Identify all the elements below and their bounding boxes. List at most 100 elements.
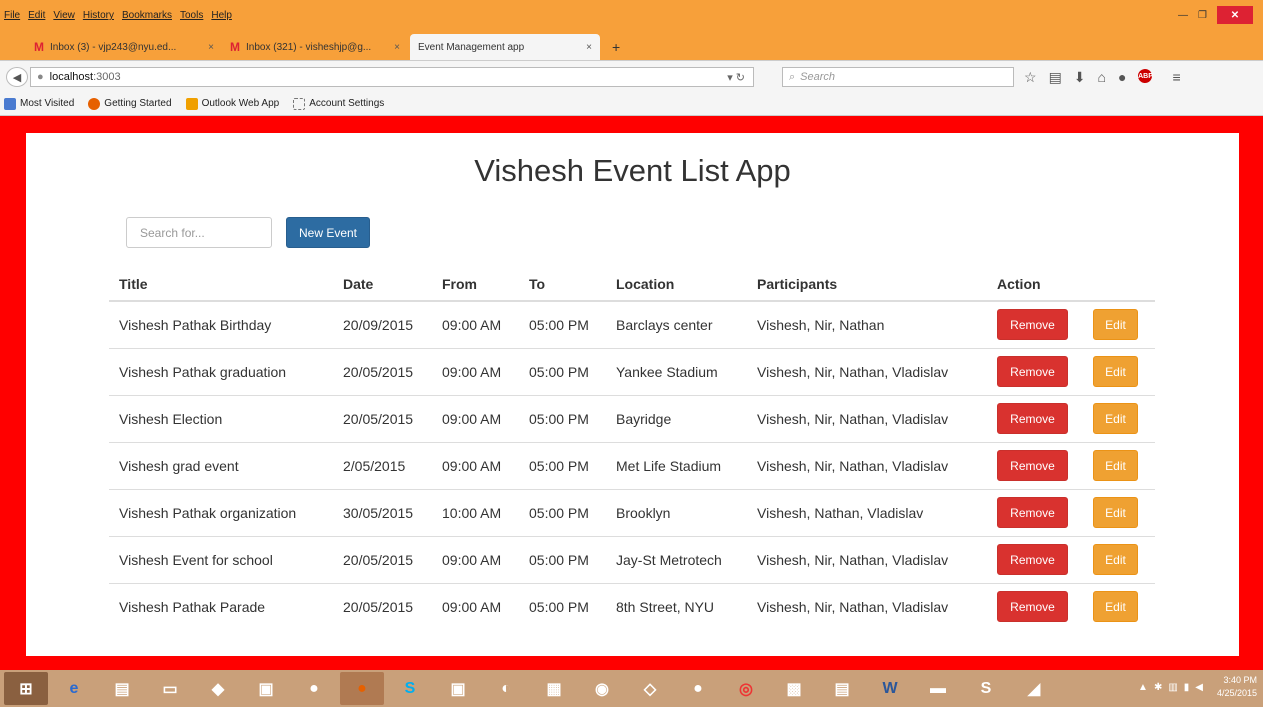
chat-icon[interactable]: ● [1118, 69, 1126, 86]
event-title: Vishesh Pathak Parade [109, 582, 333, 630]
remove-button[interactable]: Remove [997, 403, 1068, 434]
ie-icon[interactable]: e [52, 672, 96, 705]
firefox-icon[interactable]: ● [340, 672, 384, 705]
adblock-icon[interactable]: ABP [1138, 69, 1153, 83]
bluetooth-icon[interactable]: ✱ [1154, 682, 1162, 693]
bookmark-star-icon[interactable]: ☆ [1024, 69, 1037, 86]
event-participants: Vishesh, Nathan, Vladislav [747, 488, 987, 536]
event-date: 20/05/2015 [333, 582, 432, 630]
action-cell: Remove [987, 441, 1083, 489]
event-title: Vishesh Pathak Birthday [119, 316, 272, 333]
sublime-icon[interactable]: S [964, 672, 1008, 705]
menu-view[interactable]: View [53, 10, 75, 21]
edit-button[interactable]: Edit [1093, 403, 1138, 434]
volume-icon[interactable]: ◀ [1195, 682, 1203, 693]
lenovo-icon[interactable]: ▭ [148, 672, 192, 705]
menu-help[interactable]: Help [211, 10, 232, 21]
new-event-button[interactable]: New Event [286, 217, 370, 248]
tab-inbox-nyu[interactable]: M Inbox (3) - vjp243@nyu.ed... × [26, 34, 222, 60]
browser-search-input[interactable]: ⌕ Search [782, 67, 1014, 87]
table-row: Vishesh Pathak organization 30/05/2015 10:… [109, 488, 1155, 536]
close-window-icon[interactable]: ✕ [1217, 6, 1253, 24]
python-icon[interactable]: ▣ [244, 672, 288, 705]
menu-file[interactable]: File [4, 10, 20, 21]
tab-inbox-gmail[interactable]: M Inbox (321) - visheshjp@g... × [222, 34, 408, 60]
app-icon[interactable]: ◆ [196, 672, 240, 705]
event-participants: Vishesh, Nir, Nathan [757, 316, 885, 333]
bookmark-getting-started[interactable]: Getting Started [88, 97, 172, 110]
events-table: Title Date From To Location Participants… [109, 267, 1155, 630]
edit-button[interactable]: Edit [1093, 497, 1138, 528]
tab-title: Event Management app [418, 41, 525, 53]
tab-close-icon[interactable]: × [586, 42, 592, 53]
remove-button[interactable]: Remove [997, 591, 1068, 623]
github-icon[interactable]: ● [676, 672, 720, 705]
event-to: 05:00 PM [519, 535, 606, 583]
reload-icon[interactable]: ▾ ↻ [727, 71, 745, 84]
bookmark-most-visited[interactable]: Most Visited [4, 97, 74, 110]
event-title: Vishesh grad event [109, 441, 333, 489]
terminal-icon[interactable]: ▬ [916, 672, 960, 705]
clock[interactable]: 3:40 PM 4/25/2015 [1217, 674, 1257, 700]
event-participants: Vishesh, Nir, Nathan, Vladislav [747, 535, 987, 583]
gmail-icon: M [230, 40, 240, 54]
tab-close-icon[interactable]: × [208, 42, 214, 53]
edit-button[interactable]: Edit [1093, 591, 1138, 623]
app-icon[interactable]: ● [292, 672, 336, 705]
remove-button[interactable]: Remove [997, 356, 1068, 387]
app-icon[interactable]: ▤ [820, 672, 864, 705]
event-date: 30/05/2015 [333, 488, 432, 536]
event-from: 09:00 AM [432, 535, 519, 583]
remove-button[interactable]: Remove [997, 544, 1068, 575]
remove-button[interactable]: Remove [997, 309, 1068, 341]
tray-chevron-icon[interactable]: ▲ [1138, 682, 1148, 693]
folder-icon[interactable]: ▤ [100, 672, 144, 705]
menu-history[interactable]: History [83, 10, 114, 21]
chrome-icon[interactable]: ◎ [724, 672, 768, 705]
app-icon[interactable]: ▣ [436, 672, 480, 705]
hamburger-menu-icon[interactable]: ≡ [1172, 69, 1180, 86]
event-from: 09:00 AM [442, 316, 502, 333]
menu-bookmarks[interactable]: Bookmarks [122, 10, 172, 21]
edit-button[interactable]: Edit [1093, 356, 1138, 387]
remove-button[interactable]: Remove [997, 450, 1068, 481]
new-tab-button[interactable]: + [604, 34, 628, 60]
remove-button[interactable]: Remove [997, 497, 1068, 528]
edit-button[interactable]: Edit [1093, 450, 1138, 481]
edit-button[interactable]: Edit [1093, 309, 1138, 341]
bookmark-outlook[interactable]: Outlook Web App [185, 97, 279, 110]
windows-taskbar: ⊞ e ▤ ▭ ◆ ▣ ● ● S ▣ ◐ ▦ ◉ ◇ ● ◎ ▩ ▤ W ▬ … [0, 670, 1263, 707]
url-bar[interactable]: ● localhost:3003 ▾ ↻ [30, 67, 754, 87]
restore-icon[interactable]: ❐ [1198, 10, 1207, 21]
app-icon[interactable]: ▦ [532, 672, 576, 705]
back-arrow-icon[interactable]: ◀ [6, 67, 28, 87]
app-icon[interactable]: ◇ [628, 672, 672, 705]
table-row: Vishesh Event for school 20/05/2015 09:00 … [109, 535, 1155, 583]
start-icon[interactable]: ⊞ [4, 672, 48, 705]
column-location: Location [606, 267, 747, 302]
system-tray: ▲ ✱ ▥ ▮ ◀ [1138, 682, 1203, 693]
event-title: Vishesh Election [109, 394, 333, 442]
menu-edit[interactable]: Edit [28, 10, 45, 21]
skype-icon[interactable]: S [388, 672, 432, 705]
reading-list-icon[interactable]: ▤ [1049, 69, 1062, 86]
app-icon[interactable]: ◢ [1012, 672, 1056, 705]
edit-button[interactable]: Edit [1093, 544, 1138, 575]
tab-close-icon[interactable]: × [394, 42, 400, 53]
home-icon[interactable]: ⌂ [1098, 69, 1106, 86]
event-search-input[interactable] [126, 217, 272, 248]
clock-date: 4/25/2015 [1216, 688, 1257, 698]
tab-event-management[interactable]: Event Management app × [410, 34, 600, 60]
app-icon[interactable]: ◐ [484, 672, 528, 705]
network-icon[interactable]: ▥ [1168, 682, 1177, 693]
signal-icon[interactable]: ▮ [1184, 682, 1190, 693]
eclipse-icon[interactable]: ◉ [580, 672, 624, 705]
column-action: Action [987, 267, 1083, 302]
menu-tools[interactable]: Tools [180, 10, 203, 21]
bookmark-account-settings[interactable]: Account Settings [293, 97, 384, 110]
java-ide-icon[interactable]: ▩ [772, 672, 816, 705]
word-icon[interactable]: W [868, 672, 912, 705]
minimize-icon[interactable]: — [1178, 10, 1188, 21]
download-icon[interactable]: ⬇ [1074, 69, 1086, 86]
event-date: 2/05/2015 [333, 441, 432, 489]
